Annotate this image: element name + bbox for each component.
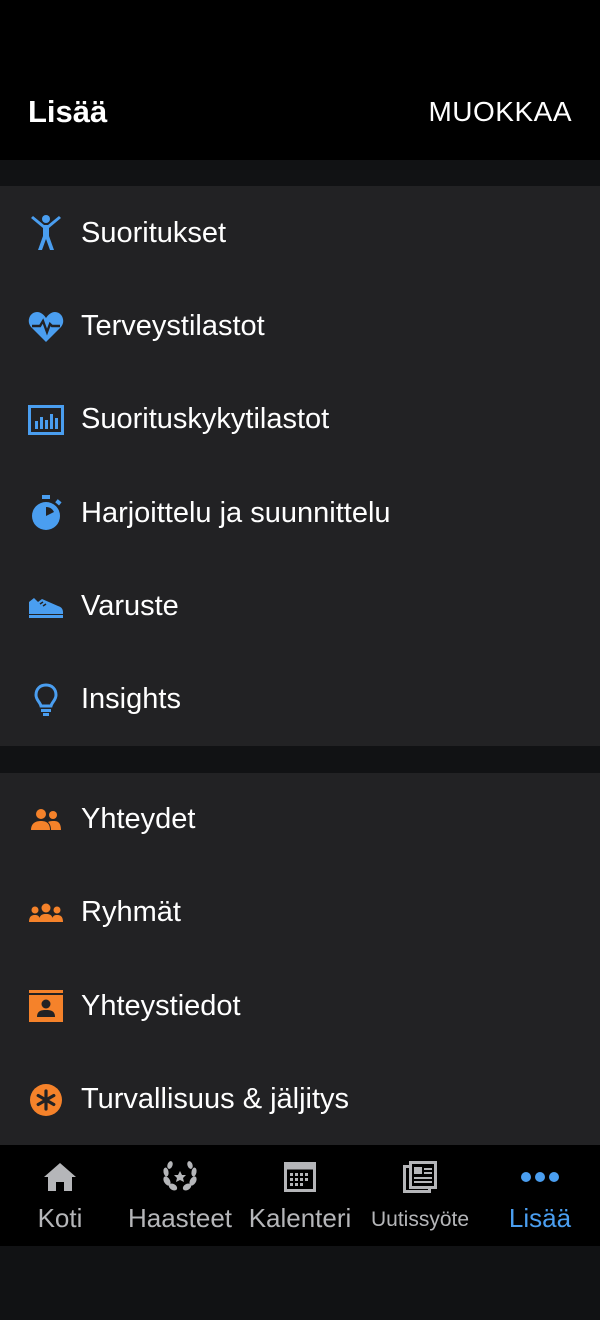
- menu-item-label: Terveystilastot: [81, 310, 265, 343]
- edit-button[interactable]: MUOKKAA: [428, 96, 572, 128]
- tab-lisaa[interactable]: Lisää: [480, 1145, 600, 1246]
- page-title: Lisää: [28, 94, 108, 129]
- lightbulb-icon: [28, 682, 64, 718]
- person-activity-icon: [28, 215, 64, 251]
- calendar-icon: [280, 1159, 320, 1195]
- menu-item-label: Yhteydet: [81, 803, 196, 836]
- menu-item-yhteydet[interactable]: Yhteydet: [0, 773, 600, 866]
- menu-section-social: Yhteydet Ryhmät Yhteystiedot Turvallisuu…: [0, 773, 600, 1145]
- menu-item-label: Suoritukset: [81, 216, 227, 249]
- home-icon: [40, 1159, 80, 1195]
- menu-item-suoritukset[interactable]: Suoritukset: [0, 186, 600, 280]
- menu-item-label: Insights: [81, 683, 181, 716]
- connections-icon: [28, 802, 64, 838]
- tab-koti[interactable]: Koti: [0, 1145, 120, 1246]
- tab-kalenteri[interactable]: Kalenteri: [240, 1145, 360, 1246]
- tab-label: Haasteet: [127, 1203, 233, 1233]
- menu-item-label: Turvallisuus & jäljitys: [81, 1083, 350, 1116]
- bottom-tab-bar: Koti Haasteet Kalenteri Uutissyöte Lisää: [0, 1145, 600, 1246]
- bar-chart-icon: [28, 402, 64, 438]
- menu-item-label: Suorituskykytilastot: [81, 403, 330, 436]
- top-app-bar: Lisää MUOKKAA: [0, 0, 600, 160]
- tab-label: Koti: [37, 1203, 83, 1233]
- menu-item-ryhmat[interactable]: Ryhmät: [0, 866, 600, 959]
- stopwatch-icon: [28, 495, 64, 531]
- menu-item-harjoittelu[interactable]: Harjoittelu ja suunnittelu: [0, 467, 600, 560]
- menu-item-suorituskykytilastot[interactable]: Suorituskykytilastot: [0, 373, 600, 466]
- tab-label: Kalenteri: [248, 1203, 352, 1233]
- menu-item-turvallisuus[interactable]: Turvallisuus & jäljitys: [0, 1053, 600, 1146]
- menu-item-label: Varuste: [81, 590, 179, 623]
- menu-section-primary: Suoritukset Terveystilastot Suorituskyky…: [0, 186, 600, 746]
- heart-pulse-icon: [28, 309, 64, 345]
- tab-haasteet[interactable]: Haasteet: [120, 1145, 240, 1246]
- menu-item-label: Harjoittelu ja suunnittelu: [81, 496, 391, 529]
- menu-item-label: Yhteystiedot: [81, 989, 241, 1022]
- laurel-icon: [160, 1159, 200, 1195]
- contact-card-icon: [28, 988, 64, 1024]
- menu-item-terveystilastot[interactable]: Terveystilastot: [0, 280, 600, 373]
- tab-label: Uutissyöte: [370, 1208, 470, 1231]
- more-dots-icon: [520, 1159, 560, 1195]
- newsfeed-icon: [400, 1159, 440, 1195]
- menu-item-label: Ryhmät: [81, 896, 181, 929]
- tab-uutissyote[interactable]: Uutissyöte: [360, 1145, 480, 1246]
- tab-label: Lisää: [508, 1203, 572, 1233]
- menu-item-insights[interactable]: Insights: [0, 653, 600, 746]
- groups-icon: [28, 895, 64, 931]
- shoe-icon: [28, 589, 64, 625]
- safety-asterisk-icon: [28, 1082, 64, 1118]
- menu-item-yhteystiedot[interactable]: Yhteystiedot: [0, 960, 600, 1053]
- menu-item-varuste[interactable]: Varuste: [0, 560, 600, 653]
